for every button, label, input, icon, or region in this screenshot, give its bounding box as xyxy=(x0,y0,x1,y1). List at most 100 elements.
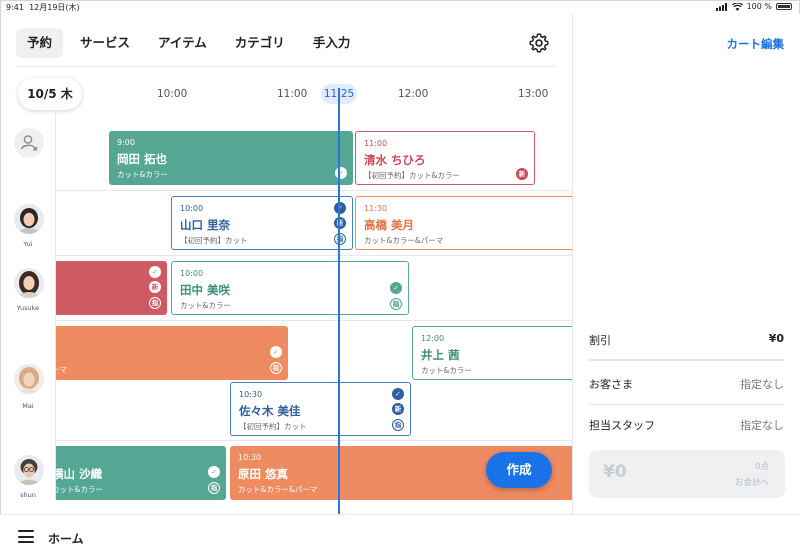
check-icon: ✓ xyxy=(149,266,161,278)
row-divider xyxy=(589,404,784,405)
check-icon: ✓ xyxy=(335,167,347,179)
menu-icon[interactable] xyxy=(18,530,34,543)
time-label-1300: 13:00 xyxy=(518,88,549,100)
customer-value: 指定なし xyxy=(740,378,784,391)
time-label-1200: 12:00 xyxy=(398,88,429,100)
designated-badge: 指 xyxy=(334,233,346,245)
top-nav: 予約 サービス アイテム カテゴリ 手入力 xyxy=(16,28,361,58)
time-label-1000: 10:00 xyxy=(157,88,188,100)
staff-value: 指定なし xyxy=(740,419,784,432)
service-name: 【初回予約】カット&カラー xyxy=(364,171,460,180)
appointment-card[interactable]: 12:00 井上 茜 カット&カラー xyxy=(412,326,572,380)
service-name: カット&カラー xyxy=(421,366,472,375)
create-button[interactable]: 作成 xyxy=(486,452,552,488)
service-name: カット&カラー xyxy=(56,485,103,494)
tab-services[interactable]: サービス xyxy=(69,28,141,58)
checkout-amount: ¥0 xyxy=(603,462,627,482)
service-name: 【初回予約】カット xyxy=(180,236,248,245)
appointment-card[interactable]: 11:00 清水 ちひろ 【初回予約】カット&カラー 新 xyxy=(355,131,535,185)
unassigned-staff-avatar[interactable] xyxy=(14,128,44,158)
appointment-card[interactable]: 横山 沙織 カット&カラー ✓ 指 xyxy=(56,446,226,500)
tab-manual-entry[interactable]: 手入力 xyxy=(302,28,362,58)
avatar-yusuke[interactable] xyxy=(14,268,44,298)
current-time-line xyxy=(338,88,340,514)
service-name: カット&カラー xyxy=(117,170,168,179)
status-indicators: 100 % xyxy=(715,2,792,11)
checkout-label: お会計へ xyxy=(734,478,769,488)
new-badge: 新 xyxy=(392,403,404,415)
designated-badge: 指 xyxy=(208,482,220,494)
staff-label: 担当スタッフ xyxy=(589,419,655,432)
new-badge: 新 xyxy=(516,168,528,180)
section-divider xyxy=(589,359,784,361)
check-icon: ✓ xyxy=(208,466,220,478)
appointment-card[interactable]: ✓ 新 指 xyxy=(56,261,167,315)
wifi-icon xyxy=(731,2,743,11)
check-icon: ✓ xyxy=(390,282,402,294)
appointment-card[interactable]: 11:30 高橋 美月 カット&カラー&パーマ xyxy=(355,196,572,250)
customer-name: 岡田 拓也 xyxy=(117,152,168,166)
user-x-icon xyxy=(20,135,38,151)
appointment-time: 10:30 xyxy=(238,453,262,462)
service-name: ーマ xyxy=(56,365,67,374)
cart-panel: カート編集 割引 ¥0 お客さま 指定なし 担当スタッフ 指定なし ¥0 0点 … xyxy=(572,14,800,514)
schedule-timeline: 9:00 岡田 拓也 カット&カラー ✓ 11:00 清水 ちひろ 【初回予約】… xyxy=(56,112,572,500)
bottom-bar: ホーム xyxy=(0,514,800,559)
staff-name-shun: shun xyxy=(20,491,36,499)
designated-badge: 指 xyxy=(149,297,161,309)
staff-name-yui: Yui xyxy=(23,240,33,248)
appointment-time: 11:00 xyxy=(364,139,388,148)
appointment-card[interactable]: 9:00 岡田 拓也 カット&カラー ✓ xyxy=(109,131,353,185)
designated-badge: 指 xyxy=(390,298,402,310)
check-icon: ✓ xyxy=(334,202,346,214)
customer-name: 田中 美咲 xyxy=(180,283,231,297)
gear-icon[interactable] xyxy=(528,32,550,54)
appointment-time: 11:30 xyxy=(364,204,388,213)
nav-divider xyxy=(16,66,556,67)
appointment-card[interactable]: 10:00 田中 美咲 カット&カラー ✓ 指 xyxy=(171,261,409,315)
appointment-time: 10:30 xyxy=(239,390,263,399)
tab-categories[interactable]: カテゴリ xyxy=(224,28,296,58)
avatar-shun[interactable] xyxy=(14,455,44,485)
home-label[interactable]: ホーム xyxy=(48,530,84,547)
designated-badge: 指 xyxy=(392,419,404,431)
avatar-mai[interactable] xyxy=(14,364,44,394)
battery-percent: 100 % xyxy=(746,2,772,11)
staff-name-yusuke: Yusuke xyxy=(16,304,40,312)
service-name: カット&カラー&パーマ xyxy=(364,236,444,245)
appointment-card[interactable]: ーマ ✓ 指 xyxy=(56,326,288,380)
service-name: 【初回予約】カット xyxy=(239,422,307,431)
staff-name-mai: Mai xyxy=(22,402,34,410)
appointment-card[interactable]: 10:00 山口 里奈 【初回予約】カット ✓ 新 指 xyxy=(171,196,353,250)
appointment-time: 9:00 xyxy=(117,138,135,147)
date-selector[interactable]: 10/5 木 xyxy=(18,78,82,110)
appointment-time: 10:00 xyxy=(180,269,204,278)
customer-name: 高橋 美月 xyxy=(364,218,415,232)
battery-icon xyxy=(776,3,792,10)
tab-items[interactable]: アイテム xyxy=(147,28,218,58)
appointment-card[interactable]: 10:30 佐々木 美佳 【初回予約】カット ✓ 新 指 xyxy=(230,382,411,436)
cart-edit-button[interactable]: カート編集 xyxy=(727,36,785,52)
customer-name: 井上 茜 xyxy=(421,348,460,362)
customer-name: 山口 里奈 xyxy=(180,218,231,232)
designated-badge: 指 xyxy=(270,362,282,374)
new-badge: 新 xyxy=(149,281,161,293)
check-icon: ✓ xyxy=(392,388,404,400)
new-badge: 新 xyxy=(334,217,346,229)
avatar-yui[interactable] xyxy=(14,204,44,234)
discount-label: 割引 xyxy=(589,334,611,347)
time-label-1100: 11:00 xyxy=(277,88,308,100)
checkout-button[interactable]: ¥0 0点 お会計へ xyxy=(589,450,785,498)
status-time: 9:41 12月19日(木) xyxy=(6,3,80,12)
discount-value: ¥0 xyxy=(768,332,784,345)
appointment-time: 12:00 xyxy=(421,334,445,343)
service-name: カット&カラー xyxy=(180,301,231,310)
tab-reservations[interactable]: 予約 xyxy=(16,28,64,58)
signal-icon xyxy=(715,2,727,11)
customer-name: 佐々木 美佳 xyxy=(239,404,301,418)
checkout-points: 0点 xyxy=(755,462,769,472)
status-bar: 9:41 12月19日(木) 100 % xyxy=(0,0,800,14)
customer-name: 原田 悠真 xyxy=(238,467,289,481)
check-icon: ✓ xyxy=(270,346,282,358)
customer-label: お客さま xyxy=(589,378,633,391)
